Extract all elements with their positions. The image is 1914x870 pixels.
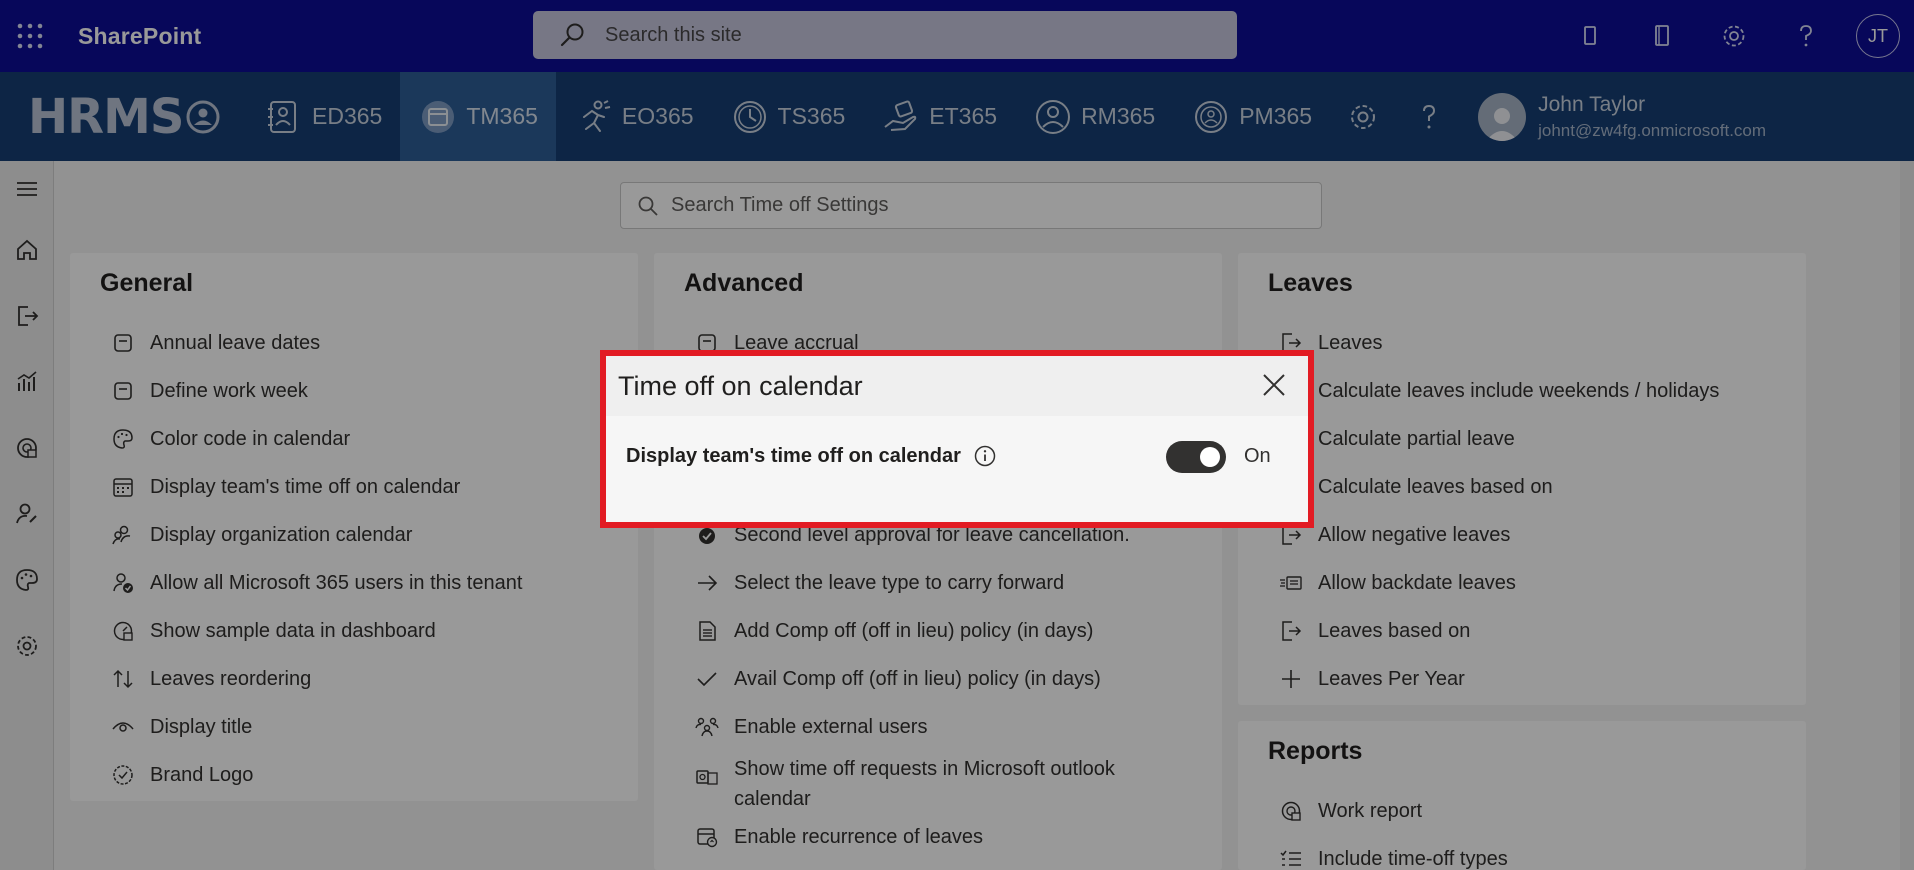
time-off-on-calendar-dialog: Time off on calendar Display team's time… xyxy=(600,350,1314,528)
dialog-header: Time off on calendar xyxy=(606,356,1308,416)
dialog-body: Display team's time off on calendar On xyxy=(606,416,1308,522)
toggle-knob xyxy=(1200,447,1220,467)
display-team-time-off-label: Display team's time off on calendar xyxy=(626,444,961,467)
toggle-state-label: On xyxy=(1244,445,1271,467)
display-team-time-off-toggle[interactable] xyxy=(1166,441,1226,473)
close-icon[interactable] xyxy=(1256,367,1292,403)
dialog-title: Time off on calendar xyxy=(618,370,863,401)
info-icon[interactable] xyxy=(973,444,997,468)
